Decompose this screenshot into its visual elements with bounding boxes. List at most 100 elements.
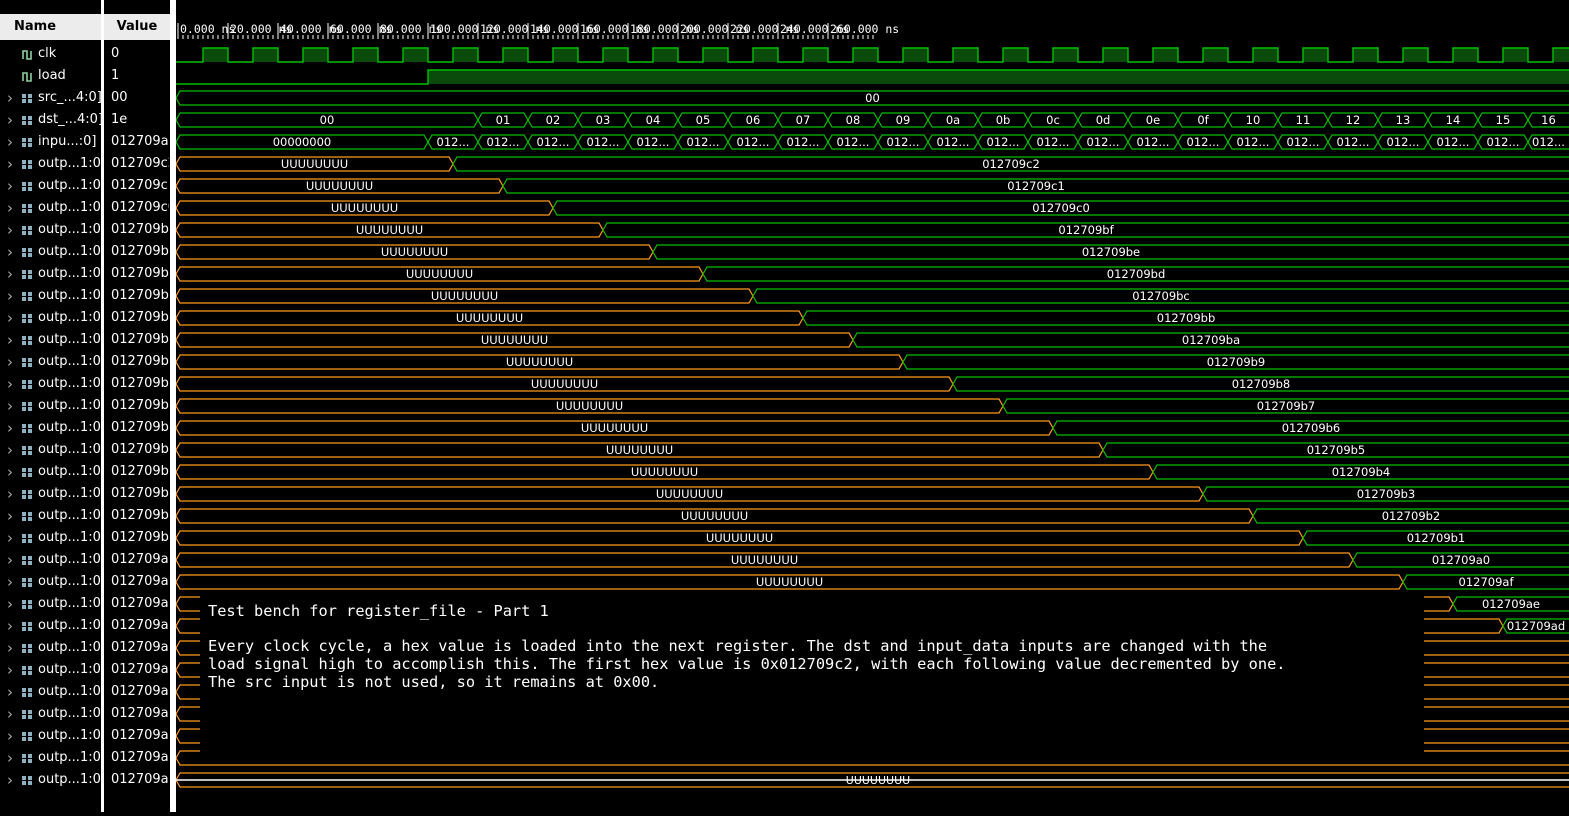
expand-chevron-icon[interactable]: › xyxy=(7,395,13,417)
signal-row-7[interactable]: › outp...1:0 xyxy=(0,197,101,219)
expand-chevron-icon[interactable]: › xyxy=(7,439,13,461)
expand-chevron-icon[interactable]: › xyxy=(7,219,13,241)
signal-name: outp...1:0 xyxy=(38,332,101,347)
expand-chevron-icon[interactable]: › xyxy=(7,637,13,659)
signal-value: 012709b3 xyxy=(111,486,169,501)
bus-value-label: UUUUUUUU xyxy=(731,553,798,567)
expand-chevron-icon[interactable]: › xyxy=(7,263,13,285)
signal-value: 012709af xyxy=(111,574,169,589)
bus-icon xyxy=(22,512,32,521)
signal-value: 012709b6 xyxy=(111,420,169,435)
signal-row-10[interactable]: › outp...1:0 xyxy=(0,263,101,285)
signal-row-32[interactable]: › outp...1:0 xyxy=(0,747,101,769)
signal-row-13[interactable]: › outp...1:0 xyxy=(0,329,101,351)
bus-value-label: 012... xyxy=(1532,135,1565,149)
signal-row-31[interactable]: › outp...1:0 xyxy=(0,725,101,747)
bus-icon xyxy=(22,248,32,257)
bus-icon xyxy=(22,468,32,477)
signal-row-2[interactable]: › src_...4:0] xyxy=(0,87,101,109)
signal-row-18[interactable]: › outp...1:0 xyxy=(0,439,101,461)
signal-row-6[interactable]: › outp...1:0 xyxy=(0,175,101,197)
signal-row-14[interactable]: › outp...1:0 xyxy=(0,351,101,373)
signal-row-29[interactable]: › outp...1:0 xyxy=(0,681,101,703)
signal-value: 012709b7 xyxy=(111,398,169,413)
expand-chevron-icon[interactable]: › xyxy=(7,725,13,747)
expand-chevron-icon[interactable]: › xyxy=(7,747,13,769)
signal-row-33[interactable]: › outp...1:0 xyxy=(0,769,101,791)
signal-row-28[interactable]: › outp...1:0 xyxy=(0,659,101,681)
clk-high-fill xyxy=(1503,48,1528,62)
expand-chevron-icon[interactable]: › xyxy=(7,417,13,439)
signal-value: 012709b4 xyxy=(111,464,169,479)
expand-chevron-icon[interactable]: › xyxy=(7,109,13,131)
name-column-header[interactable]: Name xyxy=(0,14,101,40)
signal-row-15[interactable]: › outp...1:0 xyxy=(0,373,101,395)
expand-chevron-icon[interactable]: › xyxy=(7,769,13,791)
signal-row-24[interactable]: › outp...1:0 xyxy=(0,571,101,593)
bus-value-label: 012... xyxy=(837,135,870,149)
expand-chevron-icon[interactable]: › xyxy=(7,131,13,153)
signal-row-23[interactable]: › outp...1:0 xyxy=(0,549,101,571)
bus-value-label: 0e xyxy=(1146,113,1160,127)
bus-icon xyxy=(22,732,32,741)
expand-chevron-icon[interactable]: › xyxy=(7,527,13,549)
bus-icon xyxy=(22,710,32,719)
signal-row-8[interactable]: › outp...1:0 xyxy=(0,219,101,241)
signal-row-20[interactable]: › outp...1:0 xyxy=(0,483,101,505)
signal-value: 012709aa xyxy=(111,684,169,699)
expand-chevron-icon[interactable]: › xyxy=(7,241,13,263)
expand-chevron-icon[interactable]: › xyxy=(7,571,13,593)
bus-value-label: UUUUUUUU xyxy=(431,289,498,303)
bus-value-label: 012... xyxy=(987,135,1020,149)
signal-row-4[interactable]: › inpu...:0] xyxy=(0,131,101,153)
expand-chevron-icon[interactable]: › xyxy=(7,329,13,351)
expand-chevron-icon[interactable]: › xyxy=(7,87,13,109)
expand-chevron-icon[interactable]: › xyxy=(7,681,13,703)
expand-chevron-icon[interactable]: › xyxy=(7,373,13,395)
signal-value: 012709ad xyxy=(111,618,169,633)
signal-row-0[interactable]: clk xyxy=(0,43,101,65)
bus-value-label: 0a xyxy=(946,113,960,127)
signal-row-22[interactable]: › outp...1:0 xyxy=(0,527,101,549)
bus-value-label: 012... xyxy=(937,135,970,149)
expand-chevron-icon[interactable]: › xyxy=(7,197,13,219)
expand-chevron-icon[interactable]: › xyxy=(7,285,13,307)
signal-row-3[interactable]: › dst_...4:0] xyxy=(0,109,101,131)
bus-value-label: 012709b4 xyxy=(1332,465,1391,479)
signal-row-21[interactable]: › outp...1:0 xyxy=(0,505,101,527)
signal-row-30[interactable]: › outp...1:0 xyxy=(0,703,101,725)
bus-value-label: 02 xyxy=(546,113,561,127)
signal-name: outp...1:0 xyxy=(38,728,101,743)
value-column-header[interactable]: Value xyxy=(104,14,170,40)
signal-row-26[interactable]: › outp...1:0 xyxy=(0,615,101,637)
signal-row-11[interactable]: › outp...1:0 xyxy=(0,285,101,307)
expand-chevron-icon[interactable]: › xyxy=(7,549,13,571)
signal-row-1[interactable]: load xyxy=(0,65,101,87)
signal-row-9[interactable]: › outp...1:0 xyxy=(0,241,101,263)
signal-row-17[interactable]: › outp...1:0 xyxy=(0,417,101,439)
signal-row-12[interactable]: › outp...1:0 xyxy=(0,307,101,329)
bus-value-label: 04 xyxy=(646,113,661,127)
expand-chevron-icon[interactable]: › xyxy=(7,175,13,197)
bus-icon xyxy=(22,94,32,103)
expand-chevron-icon[interactable]: › xyxy=(7,593,13,615)
expand-chevron-icon[interactable]: › xyxy=(7,615,13,637)
signal-name: outp...1:0 xyxy=(38,376,101,391)
expand-chevron-icon[interactable]: › xyxy=(7,659,13,681)
bus-value-label: 012... xyxy=(687,135,720,149)
signal-row-5[interactable]: › outp...1:0 xyxy=(0,153,101,175)
expand-chevron-icon[interactable]: › xyxy=(7,505,13,527)
bus-value-label: 012709b7 xyxy=(1257,399,1316,413)
signal-value: 012709ae xyxy=(111,596,169,611)
signal-row-25[interactable]: › outp...1:0 xyxy=(0,593,101,615)
signal-row-16[interactable]: › outp...1:0 xyxy=(0,395,101,417)
expand-chevron-icon[interactable]: › xyxy=(7,483,13,505)
bus-value-label: UUUUUUUU xyxy=(581,421,648,435)
expand-chevron-icon[interactable]: › xyxy=(7,351,13,373)
signal-row-19[interactable]: › outp...1:0 xyxy=(0,461,101,483)
expand-chevron-icon[interactable]: › xyxy=(7,703,13,725)
signal-row-27[interactable]: › outp...1:0 xyxy=(0,637,101,659)
expand-chevron-icon[interactable]: › xyxy=(7,307,13,329)
expand-chevron-icon[interactable]: › xyxy=(7,153,13,175)
expand-chevron-icon[interactable]: › xyxy=(7,461,13,483)
